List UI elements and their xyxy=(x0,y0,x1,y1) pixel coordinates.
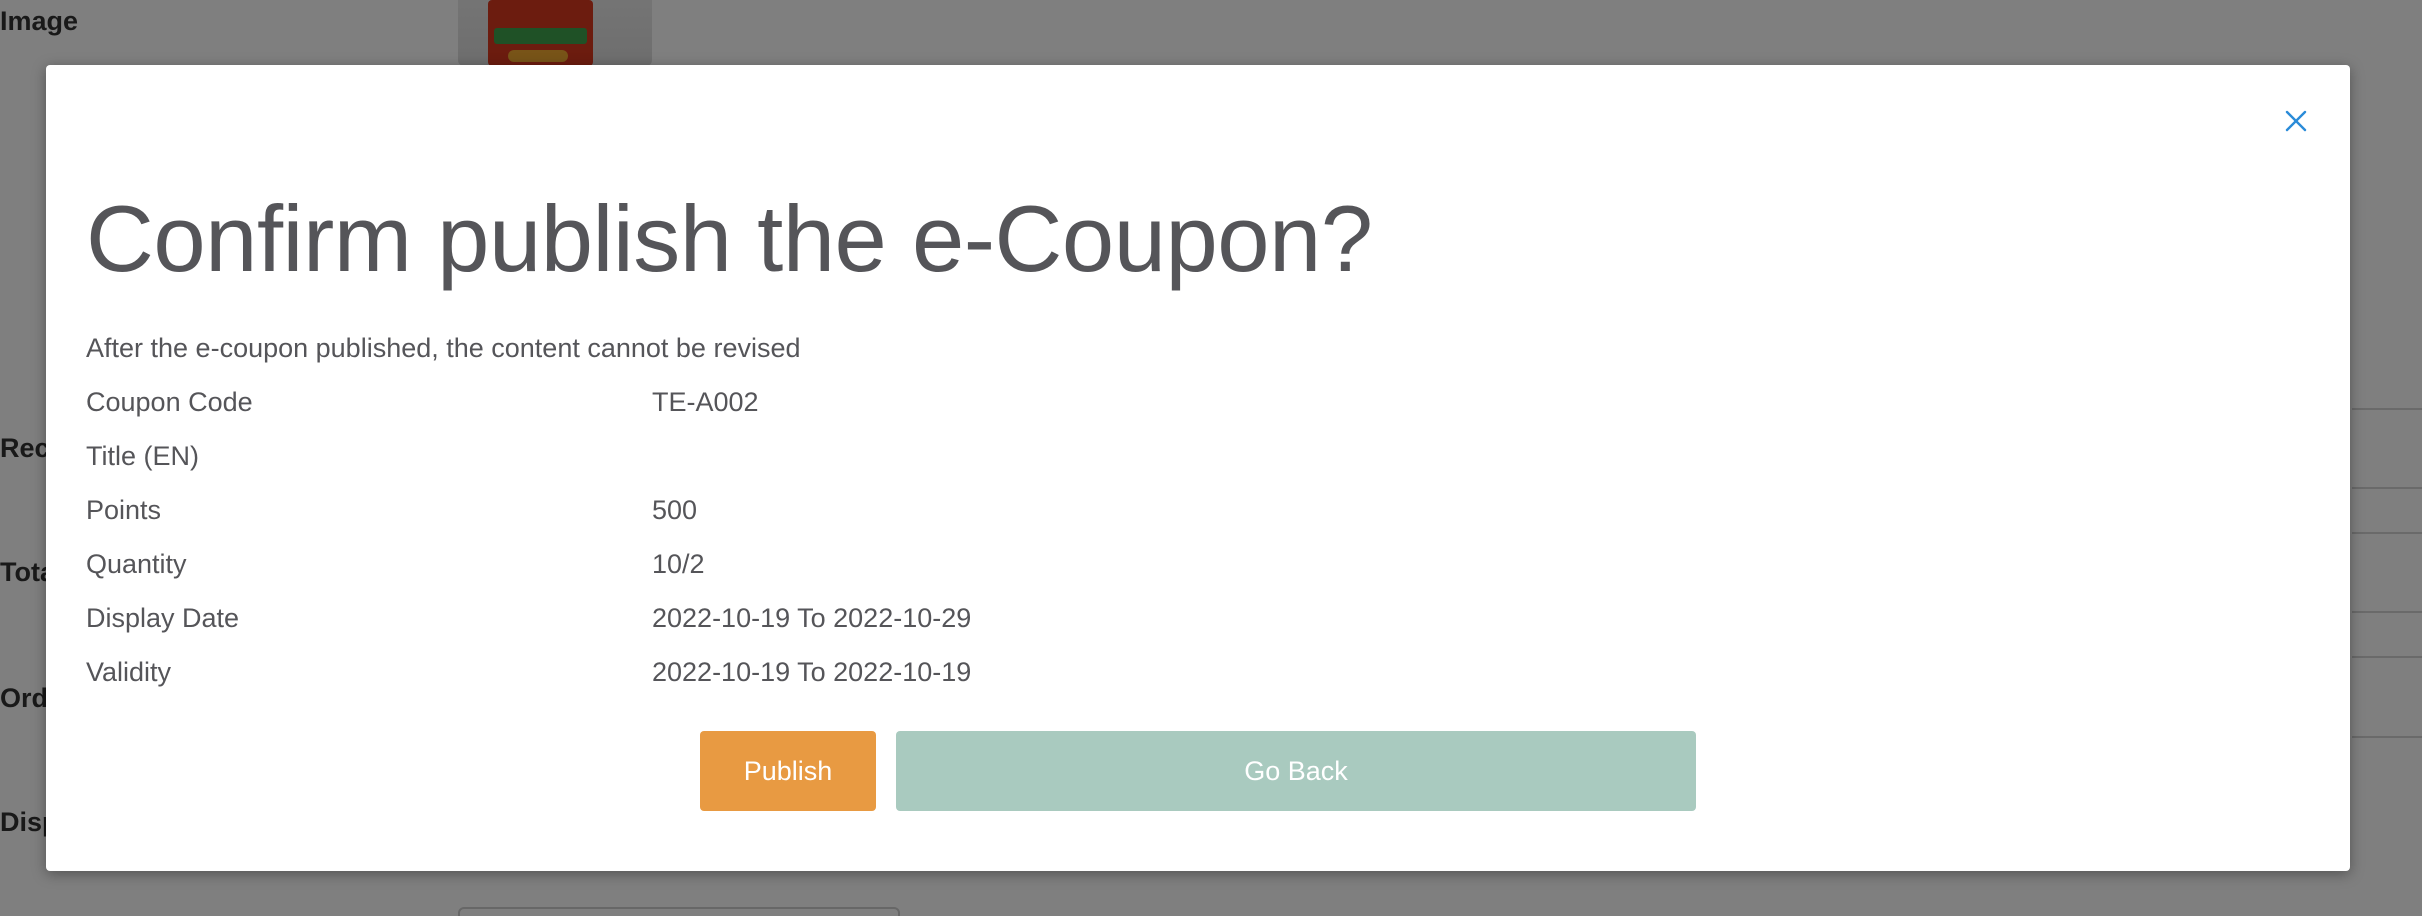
detail-label: Title (EN) xyxy=(86,441,199,471)
detail-value: TE-A002 xyxy=(652,387,759,417)
coupon-details: Coupon Code TE-A002 Title (EN) Points 50… xyxy=(86,387,1486,711)
detail-row-validity: Validity 2022-10-19 To 2022-10-19 xyxy=(86,657,1486,711)
detail-label: Display Date xyxy=(86,603,240,633)
detail-row-quantity: Quantity 10/2 xyxy=(86,549,1486,603)
close-button[interactable] xyxy=(2278,103,2314,139)
detail-label: Coupon Code xyxy=(86,387,253,417)
detail-label: Quantity xyxy=(86,549,187,579)
detail-value: 2022-10-19 To 2022-10-19 xyxy=(652,657,972,687)
go-back-button[interactable]: Go Back xyxy=(896,731,1696,811)
detail-label: Points xyxy=(86,495,162,525)
modal-title: Confirm publish the e-Coupon? xyxy=(86,186,1373,291)
publish-button[interactable]: Publish xyxy=(700,731,876,811)
detail-row-title-en: Title (EN) xyxy=(86,441,1486,495)
detail-value: 500 xyxy=(652,495,698,525)
detail-value: 10/2 xyxy=(652,549,705,579)
modal-subtitle: After the e-coupon published, the conten… xyxy=(86,333,801,363)
close-icon xyxy=(2285,110,2307,132)
detail-value: 2022-10-19 To 2022-10-29 xyxy=(652,603,972,633)
detail-row-display-date: Display Date 2022-10-19 To 2022-10-29 xyxy=(86,603,1486,657)
confirm-publish-modal: Confirm publish the e-Coupon? After the … xyxy=(46,65,2350,871)
detail-row-points: Points 500 xyxy=(86,495,1486,549)
detail-row-coupon-code: Coupon Code TE-A002 xyxy=(86,387,1486,441)
detail-label: Validity xyxy=(86,657,172,687)
